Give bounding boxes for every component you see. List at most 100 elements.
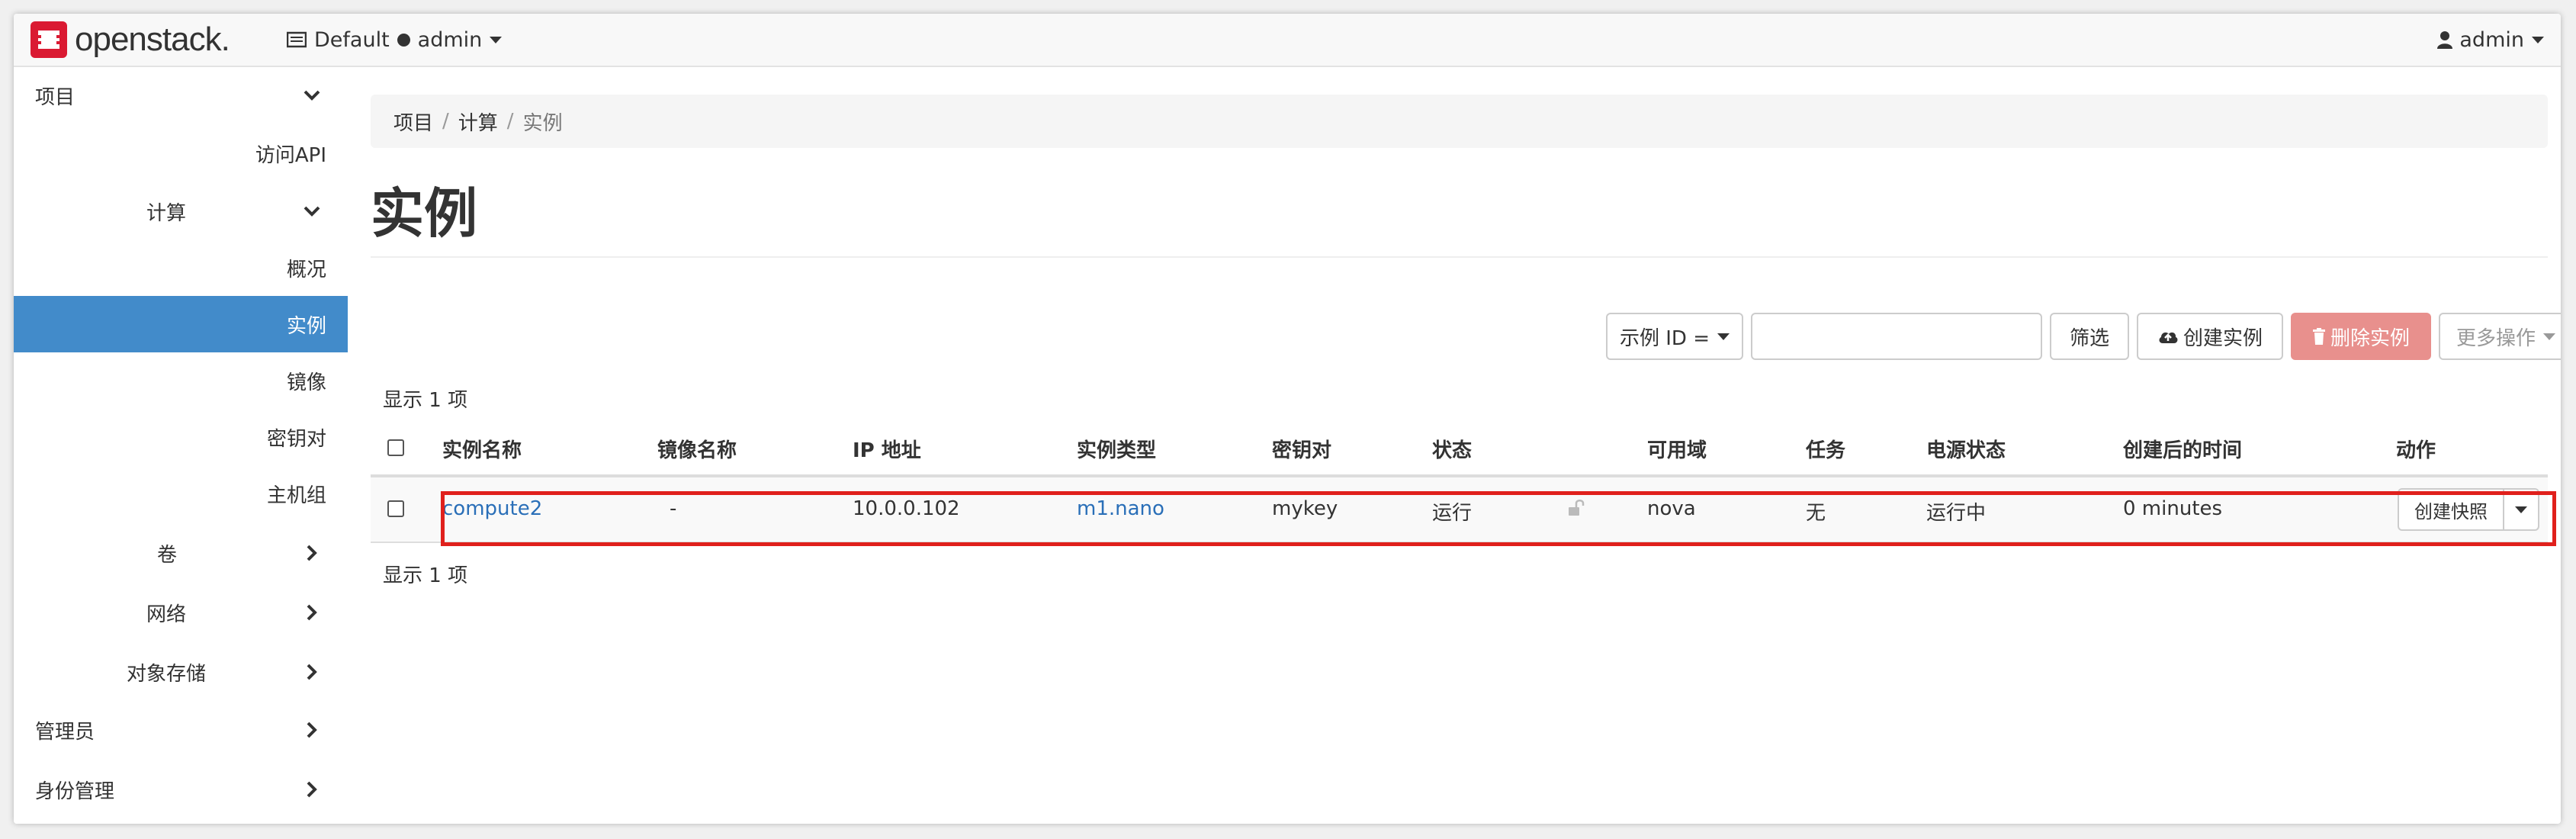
sidebar-item-keypairs[interactable]: 密钥对 <box>14 409 348 465</box>
project-switcher[interactable]: Default admin <box>287 14 503 66</box>
page-title: 实例 <box>371 182 477 245</box>
project-icon <box>287 31 307 48</box>
more-actions-label: 更多操作 <box>2456 326 2536 350</box>
sidebar-item-label: 对象存储 <box>127 662 207 686</box>
caret-down-icon <box>2543 333 2555 340</box>
sidebar-item-label: 概况 <box>286 258 326 281</box>
caret-down-icon <box>2532 36 2544 43</box>
col-header-power[interactable]: 电源状态 <box>1926 435 2006 463</box>
sidebar-item-object-store[interactable]: 对象存储 <box>14 644 348 700</box>
sidebar-item-project[interactable]: 项目 <box>14 67 348 124</box>
task-cell: 无 <box>1806 502 1826 525</box>
project-label: admin <box>417 27 483 52</box>
breadcrumb: 项目 / 计算 / 实例 <box>371 95 2548 148</box>
col-header-name[interactable]: 实例名称 <box>442 435 522 463</box>
ip-address-cell: 10.0.0.102 <box>853 497 960 520</box>
select-all-checkbox[interactable] <box>387 439 404 456</box>
row-actions-dropdown[interactable] <box>2503 488 2539 531</box>
power-state-cell: 运行中 <box>1926 502 1987 525</box>
breadcrumb-separator: / <box>506 110 514 133</box>
item-count-top: 显示 1 项 <box>383 389 468 412</box>
sidebar-item-label: 管理员 <box>35 720 95 744</box>
openstack-logo[interactable]: openstack. <box>29 20 230 59</box>
keypair-cell: mykey <box>1272 497 1338 520</box>
title-divider <box>371 256 2548 258</box>
openstack-logo-icon <box>31 21 67 58</box>
sidebar-item-server-groups[interactable]: 主机组 <box>14 465 348 522</box>
flavor-link[interactable]: m1.nano <box>1077 497 1164 520</box>
instance-name-link[interactable]: compute2 <box>442 497 542 520</box>
age-cell: 0 minutes <box>2123 497 2223 520</box>
col-header-az[interactable]: 可用域 <box>1647 435 1707 463</box>
user-menu[interactable]: admin <box>2436 14 2544 66</box>
instances-table-header: 实例名称 镜像名称 IP 地址 实例类型 密钥对 状态 可用域 任务 电源状态 … <box>371 418 2548 477</box>
top-navbar: openstack. Default admin admin <box>14 14 2561 67</box>
sidebar-item-label: 主机组 <box>266 484 326 507</box>
sidebar-item-label: 密钥对 <box>266 427 326 451</box>
col-header-ip[interactable]: IP 地址 <box>853 435 921 463</box>
col-header-keypair[interactable]: 密钥对 <box>1272 435 1331 463</box>
chevron-right-icon <box>307 781 317 798</box>
table-row: compute2 - 10.0.0.102 m1.nano mykey 运行 n… <box>371 477 2548 543</box>
col-header-status[interactable]: 状态 <box>1432 435 1472 463</box>
sidebar-item-access-api[interactable]: 访问API <box>14 125 348 182</box>
sidebar-item-label: 网络 <box>146 603 187 626</box>
brand-name: openstack. <box>75 21 230 58</box>
create-instance-label: 创建实例 <box>2183 326 2263 350</box>
browser-window: openstack. Default admin admin 项目 访问API … <box>14 14 2561 824</box>
sidebar-item-label: 卷 <box>157 543 178 567</box>
delete-instance-button[interactable]: 删除实例 <box>2291 313 2431 360</box>
col-header-flavor[interactable]: 实例类型 <box>1077 435 1156 463</box>
col-header-image[interactable]: 镜像名称 <box>657 435 737 463</box>
sidebar-item-admin[interactable]: 管理员 <box>14 702 348 758</box>
sidebar-item-identity[interactable]: 身份管理 <box>14 761 348 818</box>
caret-down-icon <box>490 36 503 43</box>
create-instance-button[interactable]: 创建实例 <box>2137 313 2283 360</box>
user-label: admin <box>2459 27 2524 52</box>
sidebar-item-overview[interactable]: 概况 <box>14 239 348 296</box>
sidebar-item-network[interactable]: 网络 <box>14 584 348 641</box>
filter-input[interactable] <box>1751 313 2042 360</box>
sidebar-item-images[interactable]: 镜像 <box>14 352 348 409</box>
filter-field-label: 示例 ID = <box>1619 326 1710 350</box>
filter-button[interactable]: 筛选 <box>2050 313 2129 360</box>
row-select-checkbox[interactable] <box>387 500 404 517</box>
chevron-down-icon <box>304 90 320 101</box>
filter-field-select[interactable]: 示例 ID = <box>1606 313 1743 360</box>
col-header-task[interactable]: 任务 <box>1806 435 1845 463</box>
sidebar: 项目 访问API 计算 概况 实例 镜像 密钥对 主机组 卷 网络 对象存储 管… <box>14 67 348 824</box>
cloud-upload-icon <box>2159 332 2178 343</box>
col-header-age[interactable]: 创建后的时间 <box>2123 435 2242 463</box>
sidebar-item-label: 镜像 <box>286 371 326 394</box>
sidebar-item-label: 计算 <box>146 201 187 225</box>
chevron-down-icon <box>304 206 320 217</box>
breadcrumb-separator: / <box>442 110 449 133</box>
more-actions-button[interactable]: 更多操作 <box>2439 313 2561 360</box>
breadcrumb-item-instances: 实例 <box>522 111 563 135</box>
sidebar-item-compute[interactable]: 计算 <box>14 183 348 239</box>
sidebar-item-instances[interactable]: 实例 <box>14 296 348 352</box>
sidebar-item-label: 实例 <box>286 314 326 338</box>
delete-instance-label: 删除实例 <box>2330 326 2410 350</box>
col-header-actions: 动作 <box>2396 439 2436 462</box>
caret-down-icon <box>1717 333 1730 340</box>
chevron-right-icon <box>307 545 317 561</box>
image-name-cell: - <box>670 497 677 520</box>
caret-down-icon <box>2515 506 2527 513</box>
trash-icon <box>2312 328 2325 345</box>
sidebar-item-volumes[interactable]: 卷 <box>14 525 348 581</box>
breadcrumb-item-compute[interactable]: 计算 <box>458 108 498 136</box>
chevron-right-icon <box>307 604 317 621</box>
unlock-icon <box>1569 500 1585 516</box>
chevron-right-icon <box>307 722 317 738</box>
separator-dot-icon <box>397 33 410 47</box>
chevron-right-icon <box>307 664 317 680</box>
status-cell: 运行 <box>1432 502 1473 525</box>
sidebar-item-label: 访问API <box>255 143 326 167</box>
breadcrumb-item-project[interactable]: 项目 <box>393 108 433 136</box>
sidebar-item-label: 项目 <box>35 85 75 109</box>
create-snapshot-button[interactable]: 创建快照 <box>2398 488 2504 531</box>
domain-label: Default <box>314 27 390 52</box>
user-icon <box>2437 31 2453 49</box>
item-count-bottom: 显示 1 项 <box>383 564 468 587</box>
